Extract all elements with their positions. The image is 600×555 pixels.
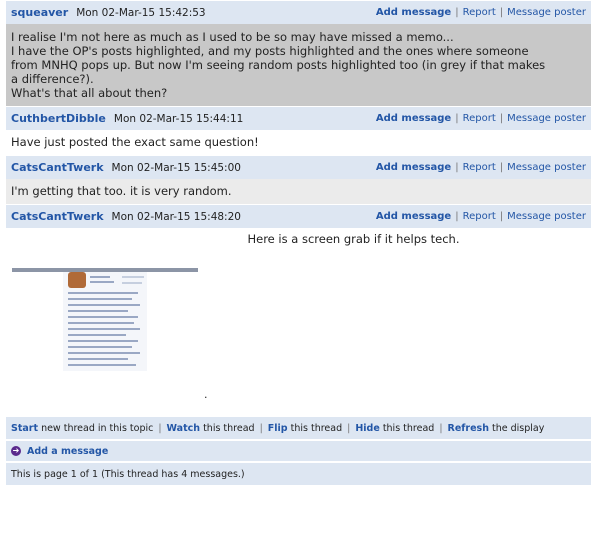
add-message-row[interactable]: ➔ Add a message (6, 441, 591, 461)
thumbnail-line (68, 358, 128, 360)
start-thread-text: new thread in this topic (41, 422, 154, 434)
refresh-display-text: the display (491, 422, 545, 434)
separator: | (499, 113, 504, 124)
post-text-line: Have just posted the exact same question… (11, 135, 259, 149)
plus-circle-icon: ➔ (11, 446, 21, 456)
post-4: CatsCantTwerk Mon 02-Mar-15 15:48:20 Add… (6, 204, 591, 401)
page-info-text: This is page 1 of 1 (This thread has 4 m… (11, 468, 245, 480)
thumbnail-line (68, 292, 138, 294)
post-body: Here is a screen grab if it helps tech. (6, 228, 591, 401)
page-info: This is page 1 of 1 (This thread has 4 m… (6, 463, 591, 485)
separator: | (347, 422, 351, 434)
separator: | (455, 113, 459, 124)
watch-thread-text: this thread (203, 422, 255, 434)
thumbnail-line (122, 276, 144, 278)
post-timestamp: Mon 02-Mar-15 15:48:20 (111, 210, 241, 223)
trailing-text: . (204, 388, 208, 401)
message-poster-link[interactable]: Message poster (507, 211, 586, 222)
author-name[interactable]: squeaver (11, 6, 68, 19)
separator: | (499, 7, 504, 18)
add-message-link[interactable]: Add message (376, 211, 451, 222)
add-message-link[interactable]: Add message (376, 7, 451, 18)
post-1: squeaver Mon 02-Mar-15 15:42:53 Add mess… (6, 0, 591, 106)
thumbnail-line (90, 281, 114, 283)
separator: | (259, 422, 263, 434)
post-header: CatsCantTwerk Mon 02-Mar-15 15:48:20 Add… (6, 204, 591, 228)
report-link[interactable]: Report (463, 113, 496, 124)
separator: | (455, 211, 459, 222)
refresh-display-link[interactable]: Refresh (448, 423, 489, 434)
watch-thread-link[interactable]: Watch (167, 423, 201, 434)
author-name[interactable]: CatsCantTwerk (11, 161, 104, 174)
message-poster-link[interactable]: Message poster (507, 7, 586, 18)
message-poster-link[interactable]: Message poster (507, 162, 586, 173)
thumbnail-line (68, 364, 136, 366)
thumbnail-line (68, 328, 140, 330)
add-message-link[interactable]: Add message (376, 162, 451, 173)
report-link[interactable]: Report (463, 211, 496, 222)
add-a-message-link[interactable]: Add a message (27, 446, 108, 457)
post-actions: Add message | Report | Message poster (376, 7, 586, 18)
start-thread-link[interactable]: Start (11, 423, 38, 434)
post-header: squeaver Mon 02-Mar-15 15:42:53 Add mess… (6, 0, 591, 24)
thumbnail-line (90, 276, 110, 278)
thumbnail-line (122, 282, 142, 284)
report-link[interactable]: Report (463, 162, 496, 173)
post-3: CatsCantTwerk Mon 02-Mar-15 15:45:00 Add… (6, 155, 591, 204)
separator: | (439, 422, 443, 434)
post-actions: Add message | Report | Message poster (376, 162, 586, 173)
post-header: CatsCantTwerk Mon 02-Mar-15 15:45:00 Add… (6, 155, 591, 179)
separator: | (455, 162, 459, 173)
flip-thread-text: this thread (290, 422, 343, 434)
post-text-line: I realise I'm not here as much as I used… (11, 30, 454, 44)
post-actions: Add message | Report | Message poster (376, 113, 586, 124)
thread-actions-bar: Start new thread in this topic | Watch t… (6, 417, 591, 439)
report-link[interactable]: Report (463, 7, 496, 18)
message-thread: squeaver Mon 02-Mar-15 15:42:53 Add mess… (6, 0, 591, 485)
screenshot-thumbnail[interactable] (12, 268, 198, 371)
post-header: CuthbertDibble Mon 02-Mar-15 15:44:11 Ad… (6, 106, 591, 130)
thumbnail-line (68, 310, 128, 312)
separator: | (499, 162, 504, 173)
thumbnail-image (68, 272, 86, 288)
flip-thread-link[interactable]: Flip (268, 423, 288, 434)
author-name[interactable]: CatsCantTwerk (11, 210, 104, 223)
message-poster-link[interactable]: Message poster (507, 113, 586, 124)
hide-thread-link[interactable]: Hide (355, 423, 379, 434)
add-message-link[interactable]: Add message (376, 113, 451, 124)
separator: | (158, 422, 162, 434)
thumbnail-line (68, 322, 134, 324)
post-2: CuthbertDibble Mon 02-Mar-15 15:44:11 Ad… (6, 106, 591, 155)
thumbnail-line (68, 340, 138, 342)
post-timestamp: Mon 02-Mar-15 15:44:11 (113, 112, 244, 125)
post-timestamp: Mon 02-Mar-15 15:45:00 (111, 161, 241, 174)
hide-thread-text: this thread (382, 422, 435, 434)
post-text-line: What's that all about then? (11, 86, 168, 100)
separator: | (455, 7, 459, 18)
post-body: I'm getting that too. it is very random. (6, 179, 591, 204)
post-actions: Add message | Report | Message poster (376, 211, 586, 222)
post-timestamp: Mon 02-Mar-15 15:42:53 (76, 6, 206, 19)
thumbnail-line (68, 316, 138, 318)
post-caption: Here is a screen grab if it helps tech. (247, 232, 460, 246)
author-name[interactable]: CuthbertDibble (11, 112, 106, 125)
post-body: I realise I'm not here as much as I used… (6, 24, 591, 106)
thumbnail-line (68, 346, 132, 348)
separator: | (499, 211, 504, 222)
post-body: Have just posted the exact same question… (6, 130, 591, 155)
thumbnail-line (68, 334, 126, 336)
post-text-line: I have the OP's posts highlighted, and m… (11, 44, 546, 86)
post-text-line: I'm getting that too. it is very random. (11, 184, 232, 198)
thumbnail-line (68, 352, 140, 354)
thumbnail-line (68, 298, 132, 300)
thumbnail-line (68, 304, 140, 306)
